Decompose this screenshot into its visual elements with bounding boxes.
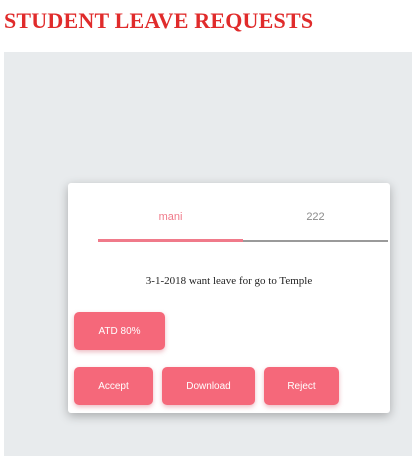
page-title: STUDENT LEAVE REQUESTS: [4, 8, 314, 33]
reject-button[interactable]: Reject: [264, 367, 339, 405]
download-button[interactable]: Download: [162, 367, 255, 405]
tab-bar: mani 222: [98, 205, 388, 245]
tab-mani[interactable]: mani: [98, 211, 243, 223]
leave-request-message: 3-1-2018 want leave for go to Temple: [145, 275, 313, 287]
attendance-button[interactable]: ATD 80%: [74, 312, 165, 350]
active-tab-indicator: [98, 239, 243, 242]
leave-request-card: mani 222 3-1-2018 want leave for go to T…: [68, 183, 390, 413]
tab-222[interactable]: 222: [243, 211, 388, 223]
accept-button[interactable]: Accept: [74, 367, 153, 405]
